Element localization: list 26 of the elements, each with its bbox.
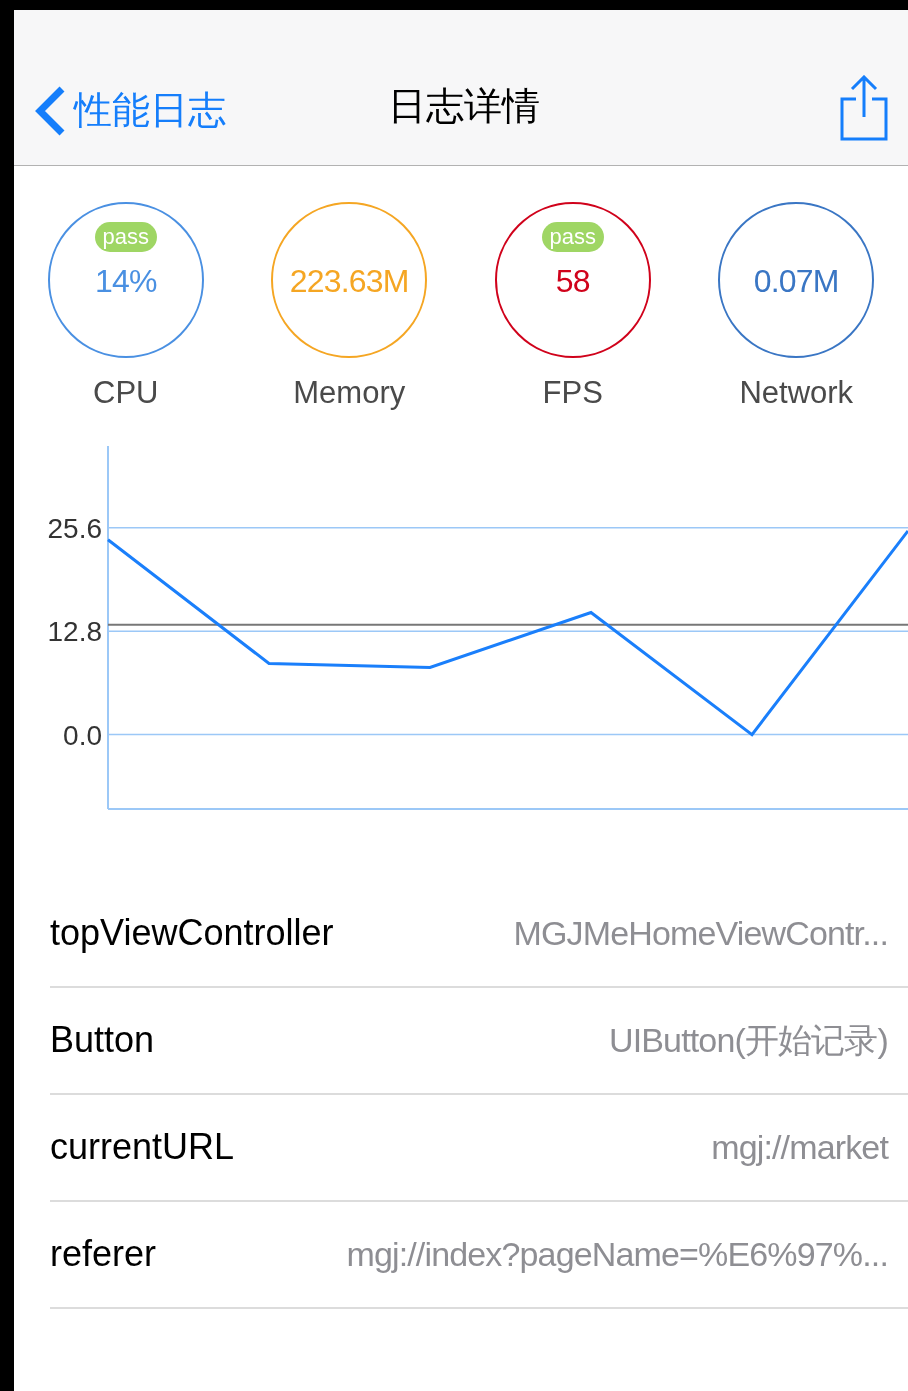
detail-value: MGJMeHomeViewContr... [513, 912, 888, 954]
pass-badge: pass [541, 222, 604, 252]
y-tick-label: 25.6 [47, 512, 102, 544]
metric-label: Network [739, 374, 854, 412]
detail-value: UIButton(开始记录) [608, 1019, 888, 1061]
detail-value: mgj://index?pageName=%E6%97%... [346, 1233, 888, 1275]
back-button[interactable]: 性能日志 [34, 82, 226, 139]
metric-value: 14% [94, 262, 157, 301]
metric-value: 0.07M [753, 262, 839, 301]
metric-value: 223.63M [289, 262, 409, 301]
detail-key: referer [50, 1227, 157, 1281]
metric-label: CPU [93, 374, 159, 412]
y-tick-label: 0.0 [63, 719, 102, 751]
pass-badge: pass [94, 222, 157, 252]
metric-label: Memory [293, 374, 406, 412]
detail-key: Button [50, 1013, 155, 1067]
share-icon [840, 75, 888, 141]
chevron-left-icon [34, 84, 66, 137]
share-button[interactable] [840, 75, 888, 141]
detail-value: mgj://market [711, 1126, 888, 1168]
detail-key: currentURL [50, 1120, 235, 1174]
screen-title: 日志详情 [388, 83, 540, 130]
metric-label: FPS [542, 374, 603, 412]
metric-value: 58 [555, 262, 590, 301]
detail-key: topViewController [50, 906, 334, 960]
y-tick-label: 12.8 [47, 615, 102, 647]
